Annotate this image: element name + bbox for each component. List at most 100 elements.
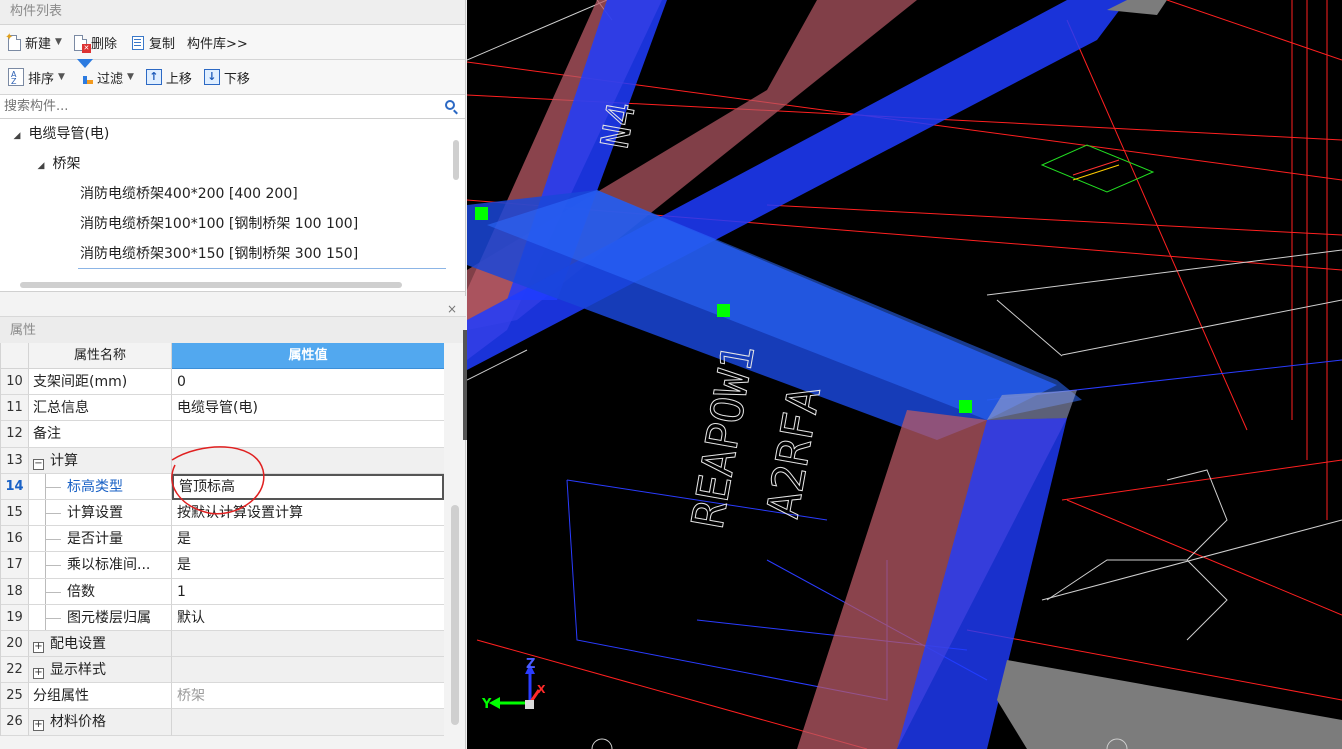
copy-icon xyxy=(129,33,145,51)
expand-triangle-icon[interactable]: ◢ xyxy=(10,121,24,151)
row-number: 25 xyxy=(1,683,29,710)
property-row[interactable]: 22 + 显示样式 xyxy=(1,657,444,684)
tree-vertical-scrollbar[interactable] xyxy=(453,140,459,180)
collapse-icon[interactable]: − xyxy=(33,458,44,470)
axis-label-z: Z xyxy=(526,657,535,672)
new-icon: ✦ xyxy=(5,32,21,51)
property-row[interactable]: 19 图元楼层归属 默认 xyxy=(1,604,444,631)
expand-icon[interactable]: + xyxy=(33,668,44,680)
row-number: 22 xyxy=(1,657,29,684)
search-icon[interactable] xyxy=(445,100,455,110)
properties-grid: 属性名称 属性值 10 支架间距(mm) 0 11 汇总信息 电缆导管(电) 12 备注 13−… xyxy=(0,343,444,736)
grip-point[interactable] xyxy=(717,304,730,317)
expand-icon[interactable]: + xyxy=(33,720,44,732)
move-up-icon: ↑ xyxy=(145,69,162,85)
property-name: 标高类型 xyxy=(29,473,172,500)
delete-button[interactable]: ✕ 删除 xyxy=(72,29,119,55)
property-name-text: 支架间距(mm) xyxy=(33,374,128,390)
property-name: 分组属性 xyxy=(29,683,172,710)
property-row[interactable]: 10 支架间距(mm) 0 xyxy=(1,369,444,396)
grid-header: 属性名称 属性值 xyxy=(1,343,444,369)
tree-node-root[interactable]: ◢ 电缆导管(电) xyxy=(10,119,110,151)
component-toolbar-2: AZ 排序 ▼ 过滤 ▼ ↑ 上移 ↓ 下移 xyxy=(0,59,465,95)
property-value[interactable]: 桥架 xyxy=(172,683,444,710)
grid-body: 10 支架间距(mm) 0 11 汇总信息 电缆导管(电) 12 备注 13− 计算 14 标高类型管… xyxy=(1,369,444,736)
property-name-text: 标高类型 xyxy=(67,478,123,495)
property-value[interactable]: 1 xyxy=(172,578,444,605)
property-row[interactable]: 11 汇总信息 电缆导管(电) xyxy=(1,395,444,422)
row-number: 18 xyxy=(1,578,29,605)
property-row[interactable]: 26 + 材料价格 xyxy=(1,709,444,736)
new-button[interactable]: ✦ 新建 ▼ xyxy=(5,29,64,55)
row-number: 17 xyxy=(1,552,29,579)
move-up-button[interactable]: ↑ 上移 xyxy=(144,64,194,90)
tree-item[interactable]: 消防电缆桥架400*200 [400 200] xyxy=(80,179,298,209)
component-toolbar-1: ✦ 新建 ▼ ✕ 删除 复制 构件库>> xyxy=(0,25,465,60)
property-row[interactable]: 18 倍数 1 xyxy=(1,578,444,605)
property-name-text: 计算设置 xyxy=(67,504,123,521)
tree-node-group[interactable]: ◢ 桥架 xyxy=(34,149,81,181)
annotation-circle xyxy=(171,446,265,515)
property-row[interactable]: 16 是否计量 是 xyxy=(1,526,444,553)
property-name: + 材料价格 xyxy=(29,709,172,736)
axis-label-x: X xyxy=(537,683,546,696)
property-value[interactable]: 0 xyxy=(172,369,444,396)
row-number: 12 xyxy=(1,421,29,448)
row-number: 13 xyxy=(1,447,29,474)
properties-vertical-scrollbar[interactable] xyxy=(451,505,459,725)
panel-separator xyxy=(0,296,466,316)
row-number: 15 xyxy=(1,499,29,527)
property-value[interactable] xyxy=(172,630,444,658)
property-value[interactable]: 是 xyxy=(172,552,444,579)
sort-button[interactable]: AZ 排序 ▼ xyxy=(6,64,67,90)
property-name: 计算设置 xyxy=(29,499,172,527)
cad-label-1: REAPOW1 xyxy=(683,340,765,531)
property-value[interactable]: 电缆导管(电) xyxy=(172,395,444,422)
expand-triangle-icon[interactable]: ◢ xyxy=(34,151,48,181)
property-name-text: 材料价格 xyxy=(50,714,106,731)
property-row[interactable]: 25 分组属性 桥架 xyxy=(1,683,444,710)
left-panel: 构件列表 ✦ 新建 ▼ ✕ 删除 复制 构件库>> AZ 排序 ▼ 过滤 ▼ ↑… xyxy=(0,0,467,749)
property-name-text: 配电设置 xyxy=(50,635,106,652)
move-down-button[interactable]: ↓ 下移 xyxy=(202,64,252,90)
property-name-text: 乘以标准间... xyxy=(67,557,151,574)
sort-icon: AZ xyxy=(8,68,24,86)
search-input[interactable] xyxy=(0,95,430,118)
row-number: 26 xyxy=(1,709,29,736)
property-row[interactable]: 17 乘以标准间... 是 xyxy=(1,552,444,579)
property-name-text: 显示样式 xyxy=(50,662,106,679)
property-name: − 计算 xyxy=(29,447,172,474)
grip-point[interactable] xyxy=(959,400,972,413)
filter-button[interactable]: 过滤 ▼ xyxy=(75,59,136,90)
3d-viewport[interactable]: REAPOW1 A2RFA N4 Y Z X xyxy=(467,0,1342,749)
component-library-button[interactable]: 构件库>> xyxy=(185,29,250,55)
tree-horizontal-scrollbar[interactable] xyxy=(20,282,402,288)
chevron-down-icon[interactable]: ▼ xyxy=(55,37,62,47)
tree-item-selected[interactable]: 消防电缆桥架300*150 [钢制桥架 300 150] xyxy=(78,239,446,269)
property-value[interactable] xyxy=(172,657,444,684)
expand-icon[interactable]: + xyxy=(33,641,44,653)
chevron-down-icon[interactable]: ▼ xyxy=(58,72,65,82)
search-bar xyxy=(0,95,465,119)
property-name-text: 汇总信息 xyxy=(33,400,89,417)
property-row[interactable]: 20 + 配电设置 xyxy=(1,630,444,658)
cad-label-2: A2RFA xyxy=(758,383,831,522)
property-name-text: 倍数 xyxy=(67,583,95,600)
property-name: 是否计量 xyxy=(29,526,172,553)
property-value-header: 属性值 xyxy=(172,343,444,369)
axis-label-y: Y xyxy=(481,697,492,712)
viewport-canvas[interactable]: REAPOW1 A2RFA N4 Y Z X xyxy=(467,0,1342,749)
property-value[interactable] xyxy=(172,709,444,736)
tree-item[interactable]: 消防电缆桥架100*100 [钢制桥架 100 100] xyxy=(80,209,358,239)
property-value[interactable]: 是 xyxy=(172,526,444,553)
chevron-down-icon[interactable]: ▼ xyxy=(127,72,134,82)
copy-button[interactable]: 复制 xyxy=(127,29,177,55)
grip-point[interactable] xyxy=(475,207,488,220)
property-name-text: 计算 xyxy=(50,452,78,469)
property-name: + 显示样式 xyxy=(29,657,172,684)
property-name-text: 分组属性 xyxy=(33,688,89,705)
close-icon[interactable]: × xyxy=(447,302,457,316)
property-name: 支架间距(mm) xyxy=(29,369,172,396)
property-value[interactable]: 默认 xyxy=(172,604,444,631)
properties-title: 属性 xyxy=(0,316,466,343)
